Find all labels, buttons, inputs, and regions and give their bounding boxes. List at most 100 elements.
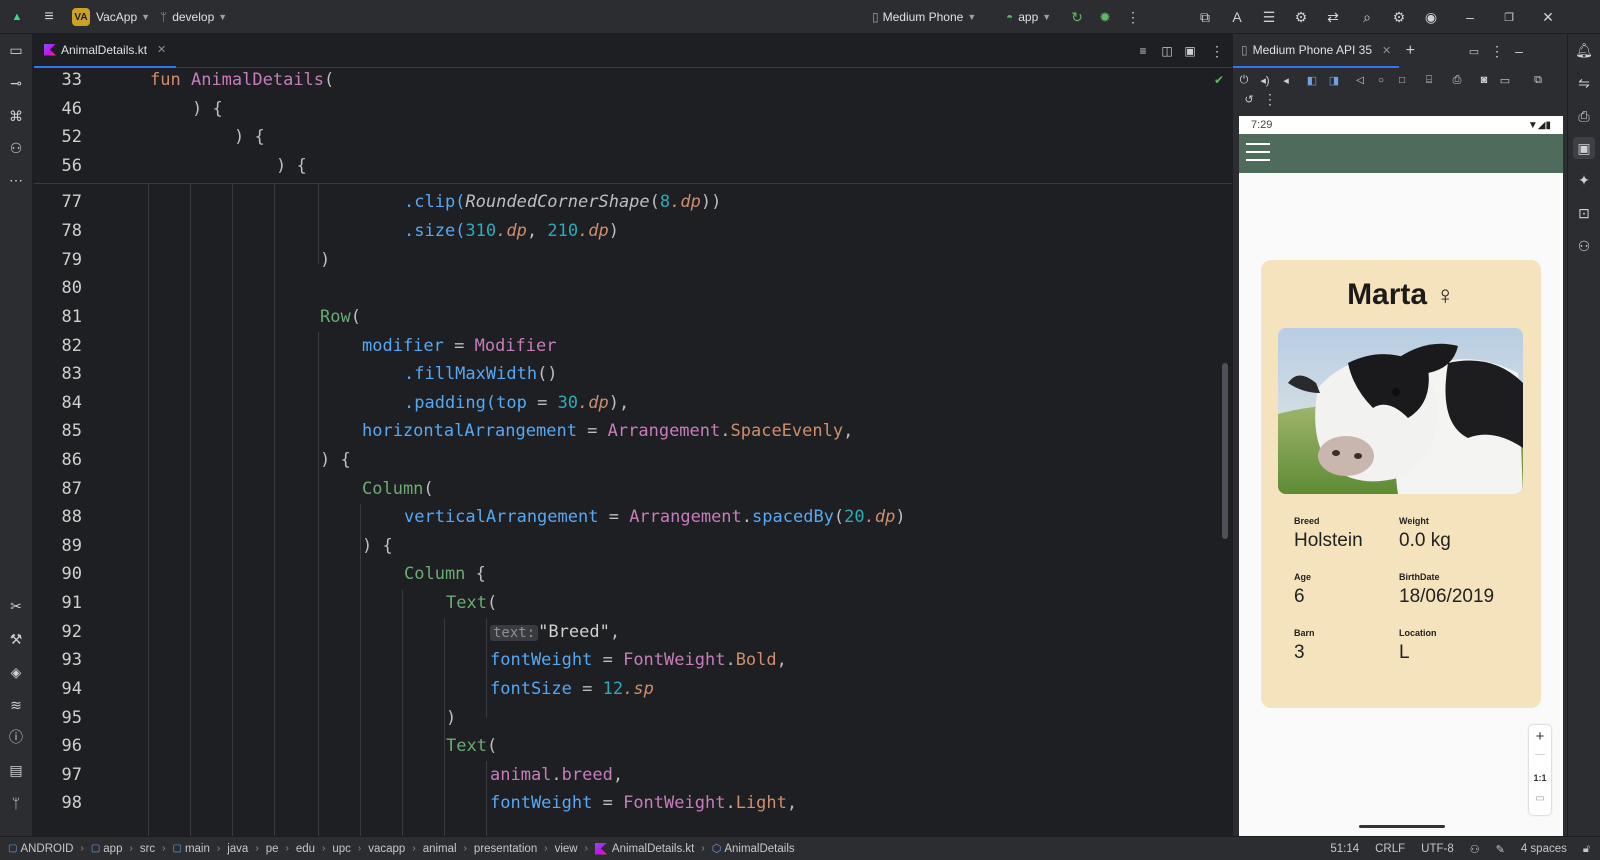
device-manager-icon[interactable]: ⧉ — [1194, 6, 1216, 28]
home-icon[interactable]: ○ — [1370, 69, 1392, 91]
app-quality-icon[interactable]: ◈ — [5, 661, 27, 683]
translate-icon[interactable]: A — [1226, 6, 1248, 28]
notifications-icon[interactable]: 🔔︎ — [1573, 39, 1595, 61]
search-icon[interactable]: ⌕ — [1356, 6, 1378, 28]
build-variants-icon[interactable]: ✂ — [5, 595, 27, 617]
more-actions-icon[interactable]: ⋮ — [1122, 6, 1144, 28]
sync-icon[interactable]: ⇄ — [1322, 6, 1344, 28]
resource-manager-icon[interactable]: ⚇ — [5, 137, 27, 159]
account-icon[interactable]: ◉ — [1420, 6, 1442, 28]
breadcrumb-item[interactable]: edu — [296, 843, 315, 855]
tok: .fillMaxWidth — [404, 364, 538, 384]
code-editor[interactable]: ✔ 33 fun AnimalDetails( 46 ) { 52 ) { 56… — [34, 68, 1232, 836]
menu-icon[interactable] — [1246, 143, 1272, 163]
gesture-home-bar[interactable] — [1359, 825, 1445, 828]
code-view-icon[interactable]: ≡ — [1132, 40, 1154, 62]
problems-icon[interactable]: ⓘ — [5, 726, 27, 748]
version-control-icon[interactable]: ᛘ — [5, 792, 27, 814]
caret-position[interactable]: 51:14 — [1330, 843, 1359, 855]
tok: .dp — [496, 221, 527, 241]
breadcrumb-item[interactable]: java — [227, 843, 248, 855]
close-tab-icon[interactable]: ✕ — [1382, 44, 1391, 57]
inspection-icon[interactable]: ⚇ — [1470, 843, 1480, 856]
mirror-icon[interactable]: ⧉ — [1527, 69, 1549, 91]
read-only-lock-icon[interactable]: 🔓︎ — [1583, 843, 1590, 856]
project-view-icon[interactable]: ▭ — [5, 39, 27, 61]
breadcrumb-item[interactable]: vacapp — [368, 843, 405, 855]
minimize-window-icon[interactable]: – — [1459, 6, 1481, 28]
line-separator[interactable]: CRLF — [1375, 843, 1405, 855]
add-device-icon[interactable]: + — [1399, 40, 1421, 62]
breadcrumb-item[interactable]: AnimalDetails — [724, 843, 794, 855]
breadcrumb-item[interactable]: AnimalDetails.kt — [612, 843, 694, 855]
main-menu-icon[interactable]: ≡ — [38, 6, 60, 28]
gradle-icon[interactable]: ⚙ — [1290, 6, 1312, 28]
settings-icon[interactable]: ⚙ — [1388, 6, 1410, 28]
breadcrumb-item[interactable]: upc — [332, 843, 351, 855]
branch-selector[interactable]: ᛘ develop ▼ — [160, 10, 227, 24]
back-icon[interactable]: ◁ — [1349, 69, 1371, 91]
terminal-icon[interactable]: ▤ — [5, 759, 27, 781]
screenshot-icon[interactable]: ◙ — [1473, 69, 1495, 91]
gradle-tool-icon[interactable]: ⇋ — [1573, 72, 1595, 94]
chevron-right-icon: › — [463, 843, 467, 854]
close-window-icon[interactable]: ✕ — [1537, 6, 1559, 28]
code-line: ) { — [192, 99, 223, 119]
app-inspection-tool-icon[interactable]: ⚇ — [1573, 235, 1595, 257]
breadcrumb-item[interactable]: ANDROID — [20, 843, 73, 855]
design-view-icon[interactable]: ▣ — [1179, 40, 1201, 62]
zoom-out-button[interactable]: — — [1529, 749, 1551, 760]
tok: Bold — [735, 650, 777, 670]
animal-photo — [1278, 328, 1523, 494]
profiler-icon[interactable]: ☰ — [1258, 6, 1280, 28]
code-line: Row( — [320, 307, 361, 327]
editor-options-icon[interactable]: ⋮ — [1206, 40, 1228, 62]
run-config-selector[interactable]: ◓ app ▼ — [1006, 10, 1051, 24]
close-tab-icon[interactable]: ✕ — [157, 43, 166, 56]
breadcrumb-item[interactable]: src — [140, 843, 155, 855]
snapshot-icon[interactable]: ↺ — [1238, 88, 1260, 110]
tab-device[interactable]: ▯ Medium Phone API 35 ✕ — [1233, 34, 1400, 68]
more-tools-icon[interactable]: ⋯ — [5, 169, 27, 191]
structure-icon[interactable]: ⌘ — [5, 105, 27, 127]
rotate-left-icon[interactable]: ◧ — [1301, 69, 1323, 91]
project-selector[interactable]: VA VacApp ▼ — [72, 8, 150, 26]
indent-setting[interactable]: 4 spaces — [1521, 843, 1567, 855]
debug-icon[interactable]: ✹ — [1094, 6, 1116, 28]
fold-icon[interactable]: ⌸ — [1418, 69, 1440, 91]
build-icon[interactable]: ⚒ — [5, 628, 27, 650]
more-device-actions-icon[interactable]: ⋮ — [1259, 88, 1281, 110]
running-devices-icon[interactable]: ▣ — [1573, 137, 1595, 159]
breadcrumb-item[interactable]: main — [185, 843, 210, 855]
breadcrumb-item[interactable]: pe — [266, 843, 279, 855]
breadcrumb-item[interactable]: presentation — [474, 843, 537, 855]
breadcrumb-item[interactable]: view — [555, 843, 578, 855]
breadcrumb-item[interactable]: app — [103, 843, 122, 855]
screen-record-icon[interactable]: ▭ — [1494, 69, 1516, 91]
zoom-controls: + — 1:1 ▭ — [1529, 725, 1551, 815]
power-save-icon[interactable]: ✎ — [1496, 843, 1505, 856]
hide-panel-icon[interactable]: – — [1508, 40, 1530, 62]
split-view-icon[interactable]: ◫ — [1156, 40, 1178, 62]
app-inspection-icon[interactable]: ⎙ — [1446, 69, 1468, 91]
device-selector[interactable]: ▯ Medium Phone ▼ — [872, 10, 976, 24]
breadcrumb-item[interactable]: animal — [423, 843, 457, 855]
rotate-right-icon[interactable]: ◨ — [1323, 69, 1345, 91]
zoom-fit-icon[interactable]: ▭ — [1529, 793, 1551, 804]
rerun-icon[interactable]: ↻ — [1066, 6, 1088, 28]
panel-layout-icon[interactable]: ▭ — [1463, 40, 1485, 62]
file-encoding[interactable]: UTF-8 — [1421, 843, 1454, 855]
gemini-icon[interactable]: ✦ — [1573, 169, 1595, 191]
device-file-explorer-icon[interactable]: ⎙ — [1573, 105, 1595, 127]
logcat-icon[interactable]: ≋ — [5, 694, 27, 716]
device-manager-tool-icon[interactable]: ⊡ — [1573, 202, 1595, 224]
editor-scrollbar[interactable] — [1222, 363, 1228, 539]
tab-animaldetails-kt[interactable]: AnimalDetails.kt ✕ — [34, 34, 177, 68]
commit-icon[interactable]: ⊸ — [5, 72, 27, 94]
panel-options-icon[interactable]: ⋮ — [1486, 40, 1508, 62]
zoom-actual-size-button[interactable]: 1:1 — [1529, 773, 1551, 783]
zoom-in-button[interactable]: + — [1529, 728, 1551, 745]
phone-screen[interactable]: 7:29 ▼◢▮ Marta ♀ Breed Holstein Weight 0… — [1239, 116, 1563, 836]
overview-icon[interactable]: □ — [1391, 69, 1413, 91]
restore-window-icon[interactable]: ❐ — [1498, 6, 1520, 28]
